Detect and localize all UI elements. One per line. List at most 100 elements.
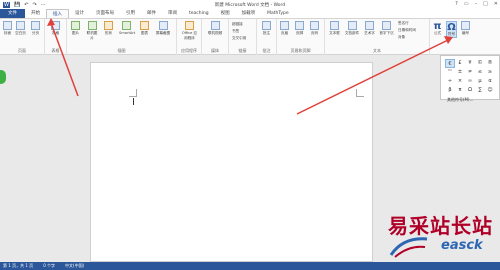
symbol-cell[interactable]: × — [455, 77, 465, 86]
symbol-cell[interactable]: ∑ — [475, 86, 485, 95]
symbol-grid: € £ ¥ © ® ™ ± ≠ ≤ ≥ ÷ × ∞ µ α β π Ω ∑ ☺ — [445, 59, 499, 95]
help-icon[interactable]: ? — [455, 1, 458, 7]
online-picture-icon — [87, 21, 97, 30]
more-symbols-link[interactable]: 其他符号(M)... — [447, 97, 499, 103]
equation-button[interactable]: π 公式 — [432, 21, 443, 36]
group-header-footer: 页眉 页脚 页码 页眉和页脚 — [277, 19, 325, 55]
language-indicator[interactable]: 中文(中国) — [65, 263, 84, 269]
blank-page-button[interactable]: 空白页 — [15, 21, 26, 36]
symbol-cell[interactable]: π — [455, 86, 465, 95]
group-label-comments: 批注 — [262, 48, 271, 53]
group-label-header-footer: 页眉和页脚 — [290, 48, 311, 53]
text-box-button[interactable]: 文本框 — [328, 21, 341, 36]
symbols-dropdown: € £ ¥ © ® ™ ± ≠ ≤ ≥ ÷ × ∞ µ α β π Ω ∑ ☺ 其他符号(M)... — [440, 55, 500, 103]
comment-icon — [262, 21, 271, 30]
cover-page-button[interactable]: 封面 — [2, 21, 13, 36]
symbol-cell[interactable]: ☺ — [485, 86, 495, 95]
group-table: 表格 表格 — [45, 19, 67, 55]
shapes-button[interactable]: 形状 — [103, 21, 114, 36]
online-video-button[interactable]: 联机视频 — [207, 21, 223, 36]
tab-review[interactable]: 审阅 — [162, 9, 183, 18]
picture-icon — [71, 21, 80, 30]
drop-cap-button[interactable]: 首字下沉 — [379, 21, 394, 36]
date-time-button[interactable]: 日期和时间 — [398, 28, 416, 33]
tab-mathtype[interactable]: MathType — [261, 9, 295, 18]
symbol-button[interactable]: Ω 符号 — [446, 21, 457, 38]
symbol-cell[interactable]: α — [485, 77, 495, 86]
tab-insert[interactable]: 插入 — [46, 9, 69, 18]
group-symbols: π 公式 Ω 符号 编号 — [430, 19, 475, 55]
group-pages: 封面 空白页 分页 页面 — [0, 19, 45, 55]
table-icon — [51, 21, 60, 30]
page-number-button[interactable]: 页码 — [309, 21, 320, 36]
object-button[interactable]: 对象 — [398, 35, 405, 40]
group-label-links: 链接 — [238, 48, 247, 53]
footer-button[interactable]: 页脚 — [294, 21, 305, 36]
online-pictures-button[interactable]: 联机图片 — [85, 21, 99, 41]
symbol-cell[interactable]: € — [445, 59, 455, 68]
tab-mailings[interactable]: 邮件 — [141, 9, 162, 18]
maximize-icon[interactable]: □ — [483, 1, 488, 7]
document-page[interactable] — [90, 62, 373, 262]
header-icon — [280, 21, 289, 30]
symbol-cell[interactable]: £ — [455, 59, 465, 68]
pi-icon: π — [433, 21, 442, 32]
smartart-button[interactable]: SmartArt — [119, 21, 135, 35]
signature-line-button[interactable]: 签名行 — [398, 21, 409, 26]
tab-addins[interactable]: 加载项 — [236, 9, 262, 18]
window-controls: ? ▭ – □ ✕ — [455, 1, 498, 7]
tab-references[interactable]: 引用 — [120, 9, 141, 18]
tab-teaching[interactable]: teaching — [183, 9, 215, 18]
word-count[interactable]: 0 个字 — [43, 263, 55, 269]
office-apps-button[interactable]: Office 应用程序 — [181, 21, 198, 41]
symbol-cell[interactable]: ¥ — [465, 59, 475, 68]
wordart-button[interactable]: 艺术字 — [363, 21, 376, 36]
group-media: 联机视频 媒体 — [202, 19, 229, 55]
tab-file[interactable]: 文件 — [0, 9, 25, 18]
pictures-button[interactable]: 图片 — [70, 21, 81, 36]
bookmark-button[interactable]: 书签 — [232, 29, 239, 34]
symbol-cell[interactable]: β — [445, 86, 455, 95]
page-count[interactable]: 第 1 页，共 1 页 — [3, 263, 33, 269]
video-icon — [210, 21, 220, 30]
text-cursor — [133, 98, 134, 105]
screenshot-button[interactable]: 屏幕截图 — [155, 21, 171, 36]
header-button[interactable]: 页眉 — [279, 21, 290, 36]
close-icon[interactable]: ✕ — [494, 1, 498, 7]
symbol-cell[interactable]: ∞ — [465, 77, 475, 86]
footer-icon — [295, 21, 304, 30]
cross-reference-button[interactable]: 交叉引用 — [232, 36, 246, 41]
symbol-cell[interactable]: ± — [455, 68, 465, 77]
quick-parts-button[interactable]: 文档部件 — [344, 21, 360, 36]
symbol-cell[interactable]: ≥ — [485, 68, 495, 77]
crop-mark-top-right — [356, 89, 364, 97]
symbol-cell[interactable]: ÷ — [445, 77, 455, 86]
minimize-icon[interactable]: – — [475, 1, 478, 7]
quick-parts-icon — [347, 21, 357, 30]
symbol-cell[interactable]: ® — [485, 59, 495, 68]
title-bar: W 💾 ↶ ↷ ⋯ 新建 Microsoft Word 文档 - Word ? … — [0, 0, 500, 9]
numbering-icon — [461, 21, 470, 30]
page-break-button[interactable]: 分页 — [30, 21, 41, 36]
page-number-icon — [310, 21, 319, 30]
symbol-cell[interactable]: ≠ — [465, 68, 475, 77]
numbering-button[interactable]: 编号 — [460, 21, 471, 36]
symbol-cell[interactable]: ≤ — [475, 68, 485, 77]
group-label-text: 文本 — [373, 48, 381, 53]
screenshot-icon — [158, 21, 168, 30]
symbol-cell[interactable]: © — [475, 59, 485, 68]
tab-design[interactable]: 设计 — [69, 9, 90, 18]
symbol-cell[interactable]: ™ — [445, 68, 455, 77]
symbol-cell[interactable]: Ω — [465, 86, 475, 95]
group-label-media: 媒体 — [211, 48, 219, 53]
chart-button[interactable]: 图表 — [139, 21, 150, 36]
table-button[interactable]: 表格 — [50, 21, 61, 36]
tab-page-layout[interactable]: 页面布局 — [90, 9, 120, 18]
comment-button[interactable]: 批注 — [261, 21, 272, 36]
ribbon-display-icon[interactable]: ▭ — [464, 1, 469, 7]
tab-home[interactable]: 开始 — [25, 9, 46, 18]
tab-view[interactable]: 视图 — [215, 9, 236, 18]
hyperlink-button[interactable]: 超链接 — [232, 22, 243, 27]
group-apps: Office 应用程序 应用程序 — [177, 19, 202, 55]
symbol-cell[interactable]: µ — [475, 77, 485, 86]
